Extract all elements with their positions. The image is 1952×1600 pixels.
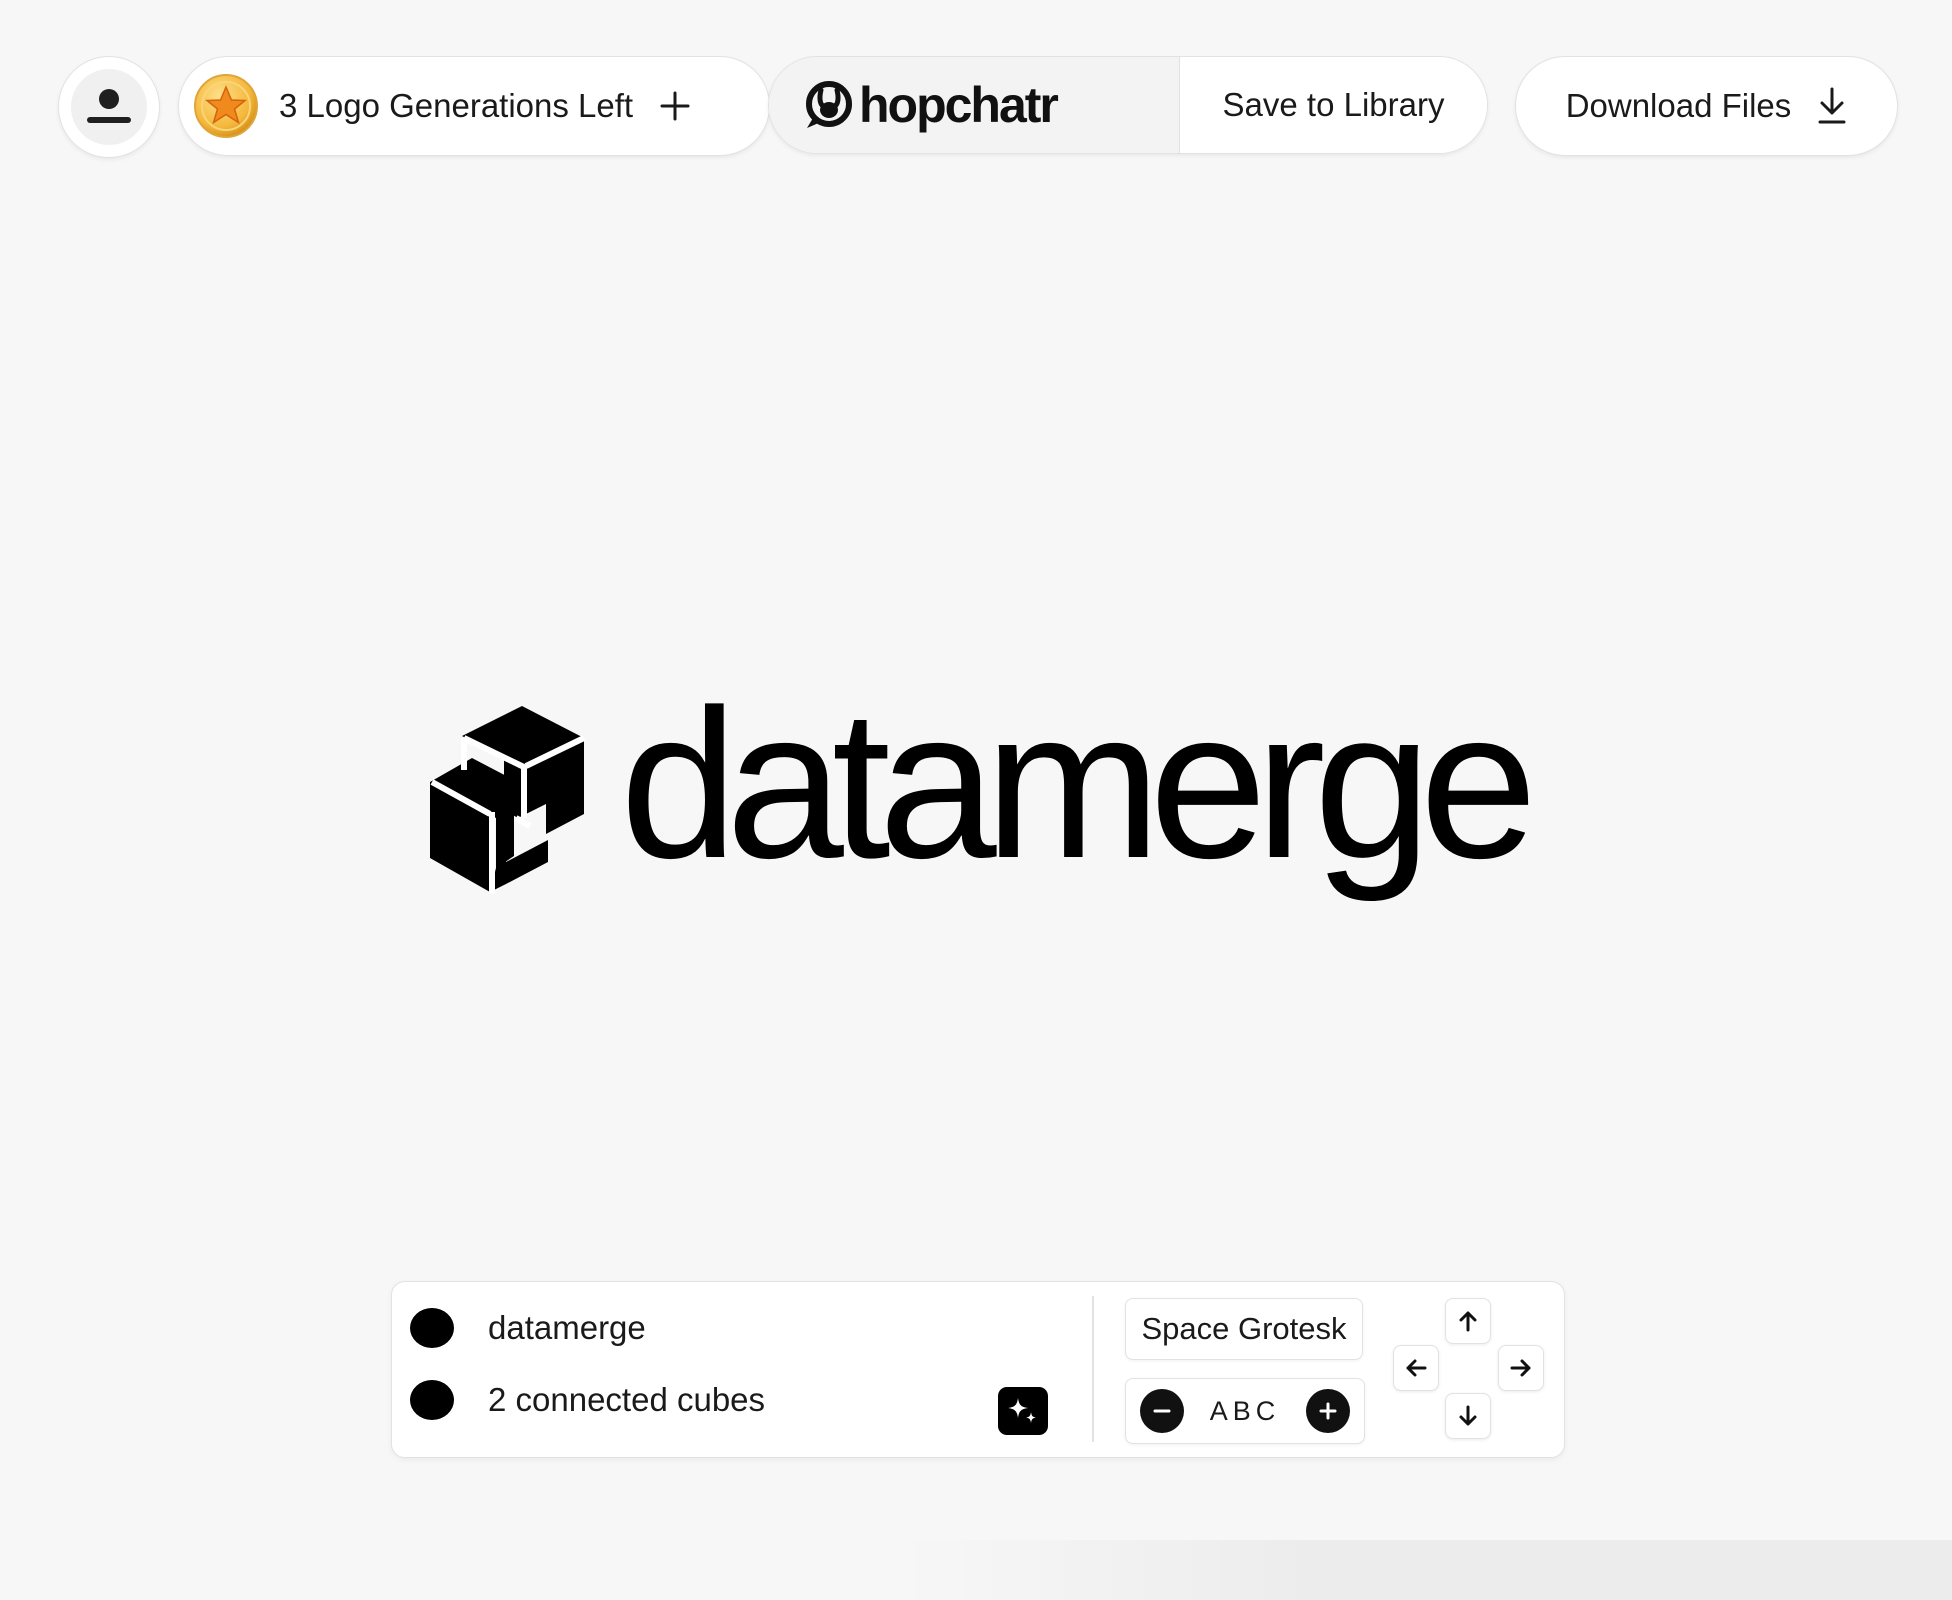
sparkles-icon	[1008, 1398, 1036, 1423]
icon-color-swatch[interactable]	[410, 1380, 454, 1420]
plus-icon	[660, 91, 690, 121]
icon-row	[410, 1380, 968, 1420]
avatar	[71, 69, 147, 145]
minus-icon	[1153, 1409, 1171, 1413]
icon-prompt-input[interactable]	[488, 1381, 968, 1419]
account-button[interactable]	[58, 56, 160, 158]
arrow-right-icon	[1510, 1359, 1531, 1377]
brand-save-group: hopchatr Save to Library	[768, 56, 1488, 154]
brand-logo[interactable]: hopchatr	[769, 57, 1180, 153]
download-label: Download Files	[1565, 87, 1792, 124]
user-icon	[87, 89, 131, 123]
panel-divider	[1092, 1296, 1094, 1442]
logo-editor-panel: Space Grotesk ABC	[391, 1281, 1565, 1458]
download-files-button[interactable]: Download Files	[1515, 56, 1898, 156]
spacing-label: ABC	[1209, 1395, 1281, 1426]
hopchatr-logo-icon	[806, 81, 852, 128]
move-up-button[interactable]	[1445, 1298, 1491, 1344]
brand-name-input[interactable]	[488, 1309, 968, 1347]
generate-icon-button[interactable]	[998, 1387, 1048, 1435]
arrow-left-icon	[1406, 1359, 1427, 1377]
font-select[interactable]: Space Grotesk	[1125, 1298, 1363, 1360]
bottom-shade	[900, 1540, 1952, 1600]
plus-icon	[1319, 1402, 1337, 1420]
add-credits-button[interactable]	[655, 86, 695, 126]
move-down-button[interactable]	[1445, 1393, 1491, 1439]
text-color-swatch[interactable]	[410, 1308, 454, 1348]
move-left-button[interactable]	[1393, 1345, 1439, 1391]
logo-wordmark: datamerge	[620, 665, 1538, 902]
save-to-library-button[interactable]: Save to Library	[1180, 57, 1487, 153]
arrow-up-icon	[1459, 1311, 1477, 1332]
move-right-button[interactable]	[1498, 1345, 1544, 1391]
letter-spacing-control: ABC	[1125, 1378, 1365, 1444]
decrease-spacing-button[interactable]	[1140, 1389, 1184, 1433]
arrow-down-icon	[1459, 1405, 1477, 1426]
logo-credits-pill: 3 Logo Generations Left	[178, 56, 770, 156]
increase-spacing-button[interactable]	[1306, 1389, 1350, 1433]
download-icon	[1817, 87, 1847, 125]
two-connected-cubes-icon	[430, 706, 586, 894]
star-coin-icon	[194, 74, 258, 138]
logo-preview: datamerge	[430, 678, 1538, 920]
name-row	[410, 1308, 968, 1348]
credits-label: 3 Logo Generations Left	[279, 87, 634, 124]
brand-name: hopchatr	[859, 77, 1059, 133]
